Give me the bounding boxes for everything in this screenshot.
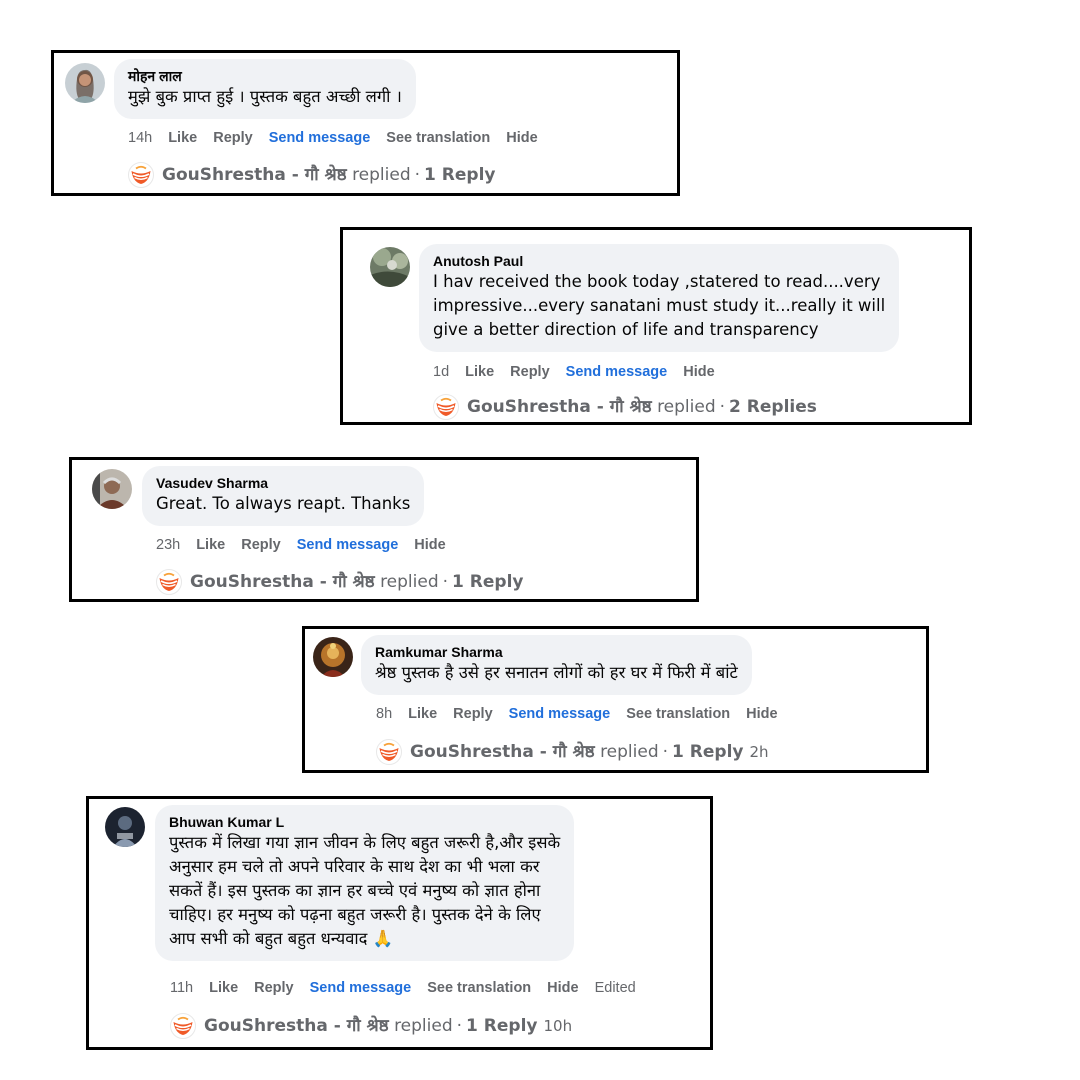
folded-hands-icon: 🙏 — [372, 929, 394, 948]
comment-card: Ramkumar Sharma श्रेष्ठ पुस्तक है उसे हर… — [302, 626, 929, 773]
like-button[interactable]: Like — [408, 706, 437, 722]
avatar[interactable] — [370, 247, 410, 287]
reply-page-name: GouShrestha - गौ श्रेष्ठ — [204, 1016, 389, 1036]
reply-verb: replied — [394, 1016, 453, 1036]
comment-author[interactable]: Vasudev Sharma — [156, 474, 410, 492]
reply-page-name: GouShrestha - गौ श्रेष्ठ — [410, 742, 595, 762]
comment-author[interactable]: Anutosh Paul — [433, 252, 885, 270]
replies-link[interactable]: GouShrestha - गौ श्रेष्ठ replied · 1 Reply… — [376, 739, 769, 765]
comment-time[interactable]: 11h — [170, 980, 193, 996]
hide-button[interactable]: Hide — [547, 980, 578, 996]
reply-button[interactable]: Reply — [213, 130, 253, 146]
see-translation-button[interactable]: See translation — [427, 980, 531, 996]
reply-count: 2 Replies — [729, 397, 817, 417]
replies-link[interactable]: GouShrestha - गौ श्रेष्ठ replied · 2 Repli… — [433, 394, 817, 420]
comment-bubble: मोहन लाल मुझे बुक प्राप्त हुई । पुस्तक ब… — [114, 59, 416, 119]
avatar[interactable] — [313, 637, 353, 677]
avatar[interactable] — [65, 63, 105, 103]
edited-label: Edited — [594, 980, 636, 996]
hide-button[interactable]: Hide — [683, 364, 714, 380]
comment-text-body: पुस्तक में लिखा गया ज्ञान जीवन के लिए बह… — [169, 833, 561, 948]
reply-verb: replied — [657, 397, 716, 417]
hide-button[interactable]: Hide — [414, 537, 445, 553]
reply-time[interactable]: 2h — [749, 741, 768, 763]
reply-button[interactable]: Reply — [510, 364, 550, 380]
comment-bubble: Vasudev Sharma Great. To always reapt. T… — [142, 466, 425, 526]
reply-separator: · — [442, 572, 449, 592]
reply-count: 1 Reply — [672, 742, 744, 762]
comment-time[interactable]: 23h — [156, 537, 180, 553]
reply-time[interactable]: 10h — [543, 1015, 572, 1037]
comment-author[interactable]: Bhuwan Kumar L — [169, 813, 560, 831]
reply-count: 1 Reply — [452, 572, 524, 592]
reply-verb: replied — [600, 742, 659, 762]
reply-page-name: GouShrestha - गौ श्रेष्ठ — [162, 165, 347, 185]
comment-author[interactable]: मोहन लाल — [128, 67, 402, 85]
goushrestha-logo-icon — [128, 162, 154, 188]
reply-button[interactable]: Reply — [254, 980, 294, 996]
hide-button[interactable]: Hide — [746, 706, 777, 722]
comment-text: I hav received the book today ,statered … — [433, 272, 886, 339]
goushrestha-logo-icon — [156, 569, 182, 595]
replies-link[interactable]: GouShrestha - गौ श्रेष्ठ replied · 1 Reply… — [170, 1013, 572, 1039]
comment-actions: 14h Like Reply Send message See translation H… — [128, 129, 554, 147]
replies-link[interactable]: GouShrestha - गौ श्रेष्ठ replied · 1 Reply — [128, 162, 495, 188]
comment-time[interactable]: 1d — [433, 364, 449, 380]
comment-card: Anutosh Paul I hav received the book tod… — [340, 227, 972, 425]
comment-actions: 8h Like Reply Send message See translation Hi… — [376, 705, 794, 723]
comment-actions: 11h Like Reply Send message See translation H… — [170, 979, 652, 997]
comment-card: Bhuwan Kumar L पुस्तक में लिखा गया ज्ञान… — [86, 796, 713, 1050]
comment-actions: 23h Like Reply Send message Hide — [156, 536, 462, 554]
reply-page-name: GouShrestha - गौ श्रेष्ठ — [190, 572, 375, 592]
comment-bubble: Anutosh Paul I hav received the book tod… — [419, 244, 900, 352]
reply-count: 1 Reply — [466, 1016, 538, 1036]
goushrestha-logo-icon — [376, 739, 402, 765]
comment-text: पुस्तक में लिखा गया ज्ञान जीवन के लिए बह… — [169, 831, 560, 951]
see-translation-button[interactable]: See translation — [626, 706, 730, 722]
send-message-button[interactable]: Send message — [310, 980, 412, 996]
reply-verb: replied — [380, 572, 439, 592]
goushrestha-logo-icon — [433, 394, 459, 420]
goushrestha-logo-icon — [170, 1013, 196, 1039]
comment-time[interactable]: 14h — [128, 130, 152, 146]
comment-bubble: Bhuwan Kumar L पुस्तक में लिखा गया ज्ञान… — [155, 805, 575, 961]
like-button[interactable]: Like — [465, 364, 494, 380]
send-message-button[interactable]: Send message — [509, 706, 611, 722]
reply-separator: · — [456, 1016, 463, 1036]
send-message-button[interactable]: Send message — [297, 537, 399, 553]
reply-button[interactable]: Reply — [453, 706, 493, 722]
like-button[interactable]: Like — [168, 130, 197, 146]
reply-count: 1 Reply — [424, 165, 496, 185]
reply-separator: · — [662, 742, 669, 762]
reply-separator: · — [719, 397, 726, 417]
reply-separator: · — [414, 165, 421, 185]
comment-text: श्रेष्ठ पुस्तक है उसे हर सनातन लोगों को … — [375, 663, 738, 682]
replies-link[interactable]: GouShrestha - गौ श्रेष्ठ replied · 1 Reply — [156, 569, 523, 595]
comment-bubble: Ramkumar Sharma श्रेष्ठ पुस्तक है उसे हर… — [361, 635, 752, 695]
like-button[interactable]: Like — [196, 537, 225, 553]
send-message-button[interactable]: Send message — [566, 364, 668, 380]
comment-text: मुझे बुक प्राप्त हुई । पुस्तक बहुत अच्छी… — [128, 87, 402, 106]
reply-verb: replied — [352, 165, 411, 185]
avatar[interactable] — [105, 807, 145, 847]
reply-button[interactable]: Reply — [241, 537, 281, 553]
avatar[interactable] — [92, 469, 132, 509]
comment-author[interactable]: Ramkumar Sharma — [375, 643, 738, 661]
comment-card: Vasudev Sharma Great. To always reapt. T… — [69, 457, 699, 602]
reply-page-name: GouShrestha - गौ श्रेष्ठ — [467, 397, 652, 417]
comment-text: Great. To always reapt. Thanks — [156, 494, 411, 513]
comment-actions: 1d Like Reply Send message Hide — [433, 363, 731, 381]
send-message-button[interactable]: Send message — [269, 130, 371, 146]
see-translation-button[interactable]: See translation — [386, 130, 490, 146]
comment-time[interactable]: 8h — [376, 706, 392, 722]
hide-button[interactable]: Hide — [506, 130, 537, 146]
like-button[interactable]: Like — [209, 980, 238, 996]
comment-card: मोहन लाल मुझे बुक प्राप्त हुई । पुस्तक ब… — [51, 50, 680, 196]
